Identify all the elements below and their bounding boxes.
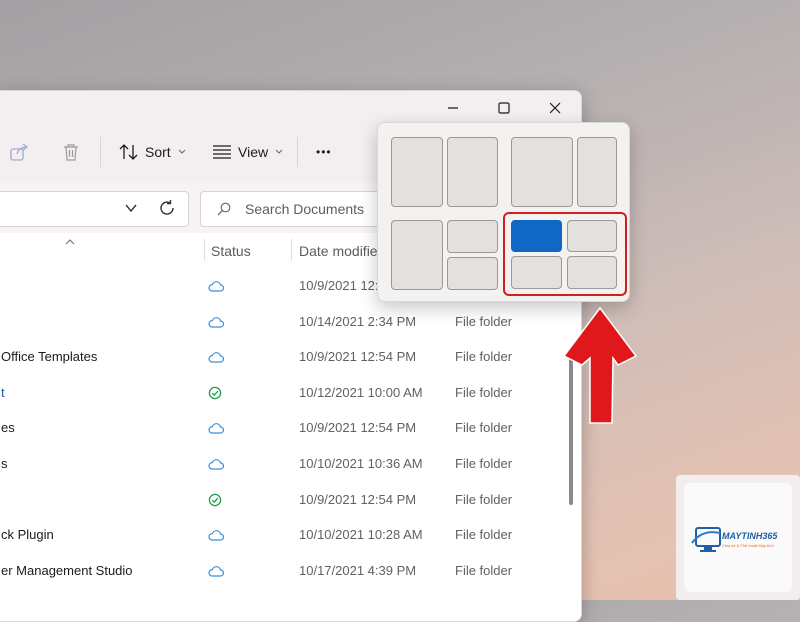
chevron-down-icon xyxy=(275,149,283,154)
table-row[interactable]: ck Plugin 10/10/2021 10:28 AM File folder xyxy=(0,518,563,552)
watermark-logo: MAYTINH365 Chia sẻ & Thủ thuật Máy tính xyxy=(676,475,800,600)
snap-zone-half-left[interactable] xyxy=(391,220,443,290)
annotation-arrow-icon xyxy=(562,306,638,424)
table-row[interactable]: s 10/10/2021 10:36 AM File folder xyxy=(0,447,563,481)
cloud-icon xyxy=(208,279,225,293)
toolbar-separator xyxy=(100,137,101,167)
table-row[interactable]: 10/14/2021 2:34 PM File folder xyxy=(0,305,563,339)
logo-card: MAYTINH365 Chia sẻ & Thủ thuật Máy tính xyxy=(684,483,792,592)
row-type: File folder xyxy=(455,562,513,578)
refresh-button[interactable] xyxy=(158,199,176,217)
table-row[interactable]: es 10/9/2021 12:54 PM File folder xyxy=(0,411,563,445)
row-name: ck Plugin xyxy=(1,527,54,543)
cloud-icon xyxy=(208,528,225,542)
column-header-status[interactable]: Status xyxy=(211,243,251,259)
close-button[interactable] xyxy=(535,95,575,121)
view-button[interactable]: View xyxy=(212,139,284,165)
cloud-icon xyxy=(208,315,225,329)
delete-button[interactable] xyxy=(60,141,82,163)
refresh-icon xyxy=(160,200,174,215)
synced-check-icon xyxy=(208,386,224,400)
table-row[interactable]: t 10/12/2021 10:00 AM File folder xyxy=(0,376,563,410)
maximize-button[interactable] xyxy=(484,95,524,121)
row-name: t xyxy=(1,384,5,400)
row-name: es xyxy=(1,420,15,436)
minimize-button[interactable] xyxy=(433,95,473,121)
monitor-logo-icon xyxy=(691,527,721,552)
cloud-icon xyxy=(208,421,225,435)
maximize-icon xyxy=(498,102,510,114)
snap-zone-narrow-right[interactable] xyxy=(577,137,617,207)
snap-zone-half-left[interactable] xyxy=(391,137,443,207)
row-date-modified: 10/12/2021 10:00 AM xyxy=(299,384,423,400)
cloud-icon xyxy=(208,564,225,578)
row-type: File folder xyxy=(455,456,513,471)
row-type: File folder xyxy=(455,384,513,400)
row-date-modified: 10/9/2021 12:54 PM xyxy=(299,349,417,365)
row-name: s xyxy=(1,456,8,471)
share-icon xyxy=(10,143,29,161)
row-type: File folder xyxy=(455,420,513,436)
view-icon xyxy=(213,145,231,159)
sort-icon xyxy=(119,144,138,160)
minimize-icon xyxy=(448,107,458,109)
column-header-date-modified[interactable]: Date modified xyxy=(299,243,385,259)
view-label: View xyxy=(238,144,269,160)
close-icon xyxy=(549,102,561,114)
sort-button[interactable]: Sort xyxy=(119,139,187,165)
search-placeholder: Search Documents xyxy=(245,201,365,217)
more-icon: ••• xyxy=(316,145,332,159)
row-date-modified: 10/9/2021 12: xyxy=(299,278,379,293)
highlight-box xyxy=(503,212,627,296)
search-input[interactable]: Search Documents xyxy=(200,191,384,227)
column-divider[interactable] xyxy=(291,239,292,261)
row-type: File folder xyxy=(455,491,513,507)
row-date-modified: 10/9/2021 12:54 PM xyxy=(299,491,417,507)
sort-label: Sort xyxy=(145,144,171,160)
chevron-down-icon[interactable] xyxy=(125,204,137,213)
row-name: er Management Studio xyxy=(1,562,133,578)
toolbar-separator xyxy=(297,137,298,167)
sort-ascending-icon xyxy=(65,239,75,245)
column-divider[interactable] xyxy=(204,239,205,261)
cloud-icon xyxy=(208,457,225,471)
brand-name: MAYTINH365 xyxy=(722,531,778,541)
cloud-icon xyxy=(208,350,225,364)
table-row[interactable]: 10/9/2021 12:54 PM File folder xyxy=(0,483,563,517)
table-row[interactable]: er Management Studio 10/17/2021 4:39 PM Fi… xyxy=(0,554,563,588)
row-type: File folder xyxy=(455,527,513,543)
row-type: File folder xyxy=(455,313,513,329)
chevron-down-icon xyxy=(178,149,186,154)
row-date-modified: 10/14/2021 2:34 PM xyxy=(299,313,417,329)
row-name: Office Templates xyxy=(1,349,98,365)
synced-check-icon xyxy=(208,493,224,507)
row-date-modified: 10/10/2021 10:36 AM xyxy=(299,456,423,471)
row-date-modified: 10/9/2021 12:54 PM xyxy=(299,420,417,436)
more-options-button[interactable]: ••• xyxy=(316,139,332,165)
search-icon xyxy=(217,202,231,216)
brand-tagline: Chia sẻ & Thủ thuật Máy tính xyxy=(722,543,774,548)
snap-zone-quarter-bottom-right[interactable] xyxy=(447,257,498,290)
table-row[interactable]: Office Templates 10/9/2021 12:54 PM File f… xyxy=(0,340,563,374)
row-type: File folder xyxy=(455,349,513,365)
snap-zone-half-right[interactable] xyxy=(447,137,498,207)
share-button[interactable] xyxy=(9,141,31,163)
row-date-modified: 10/17/2021 4:39 PM xyxy=(299,562,417,578)
snap-zone-quarter-top-right[interactable] xyxy=(447,220,498,253)
title-bar xyxy=(0,91,581,123)
snap-zone-wide-left[interactable] xyxy=(511,137,573,207)
row-date-modified: 10/10/2021 10:28 AM xyxy=(299,527,423,543)
trash-icon xyxy=(64,144,78,161)
